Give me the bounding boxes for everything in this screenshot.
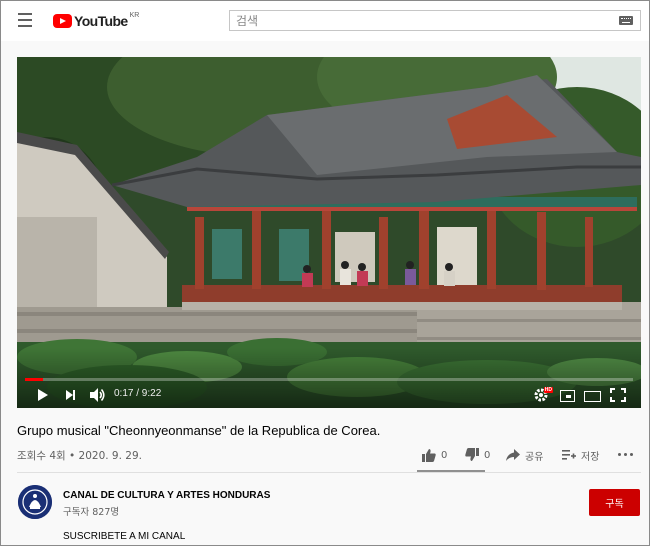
- video-player[interactable]: 0:17 / 9:22 HD: [17, 57, 641, 408]
- hamburger-menu-icon[interactable]: [18, 13, 34, 27]
- subscribe-button[interactable]: 구독: [589, 489, 640, 516]
- youtube-play-logo-icon: [53, 14, 72, 28]
- logo-region: KR: [129, 11, 140, 19]
- play-icon[interactable]: [35, 387, 53, 403]
- channel-name[interactable]: CANAL DE CULTURA Y ARTES HONDURAS: [63, 490, 270, 501]
- miniplayer-icon[interactable]: [558, 387, 576, 403]
- next-icon[interactable]: [63, 387, 81, 403]
- volume-icon[interactable]: [88, 387, 106, 403]
- thumbs-up-icon: [422, 449, 436, 462]
- dislike-button[interactable]: 0: [465, 445, 490, 465]
- hd-badge: HD: [543, 387, 553, 393]
- save-label: 저장: [581, 451, 600, 463]
- fullscreen-icon[interactable]: [609, 387, 627, 403]
- channel-avatar[interactable]: [18, 485, 52, 519]
- time-display: 0:17 / 9:22: [114, 388, 162, 399]
- subscriber-count: 구독자 827명: [63, 507, 120, 518]
- dislike-count: 0: [484, 449, 491, 461]
- progress-bar[interactable]: [25, 378, 633, 381]
- share-label: 공유: [525, 451, 544, 463]
- thumbs-down-icon: [465, 448, 479, 461]
- playlist-add-icon: [562, 450, 576, 460]
- video-title: Grupo musical "Cheonnyeonmanse" de la Re…: [17, 423, 381, 438]
- keyboard-icon[interactable]: [619, 16, 633, 25]
- settings-gear-icon[interactable]: HD: [533, 387, 553, 403]
- masthead: YouTube KR: [1, 1, 649, 41]
- like-count: 0: [441, 449, 448, 461]
- player-controls: 0:17 / 9:22 HD: [17, 382, 641, 408]
- video-actions: 0 0 공유 저장: [1, 445, 650, 467]
- divider: [17, 472, 641, 473]
- channel-emblem-icon: [18, 485, 52, 519]
- save-button[interactable]: 저장: [562, 445, 599, 465]
- logo-text: YouTube: [74, 13, 128, 29]
- search-input[interactable]: [230, 13, 610, 28]
- description-text: SUSCRIBETE A MI CANAL: [63, 531, 186, 542]
- theater-mode-icon[interactable]: [583, 387, 601, 403]
- share-button[interactable]: 공유: [506, 445, 543, 465]
- like-button[interactable]: 0: [422, 445, 447, 465]
- share-arrow-icon: [506, 449, 520, 461]
- more-actions-icon[interactable]: [618, 452, 634, 458]
- search-box: [229, 10, 641, 31]
- progress-played: [25, 378, 44, 381]
- youtube-logo[interactable]: YouTube KR: [53, 12, 139, 30]
